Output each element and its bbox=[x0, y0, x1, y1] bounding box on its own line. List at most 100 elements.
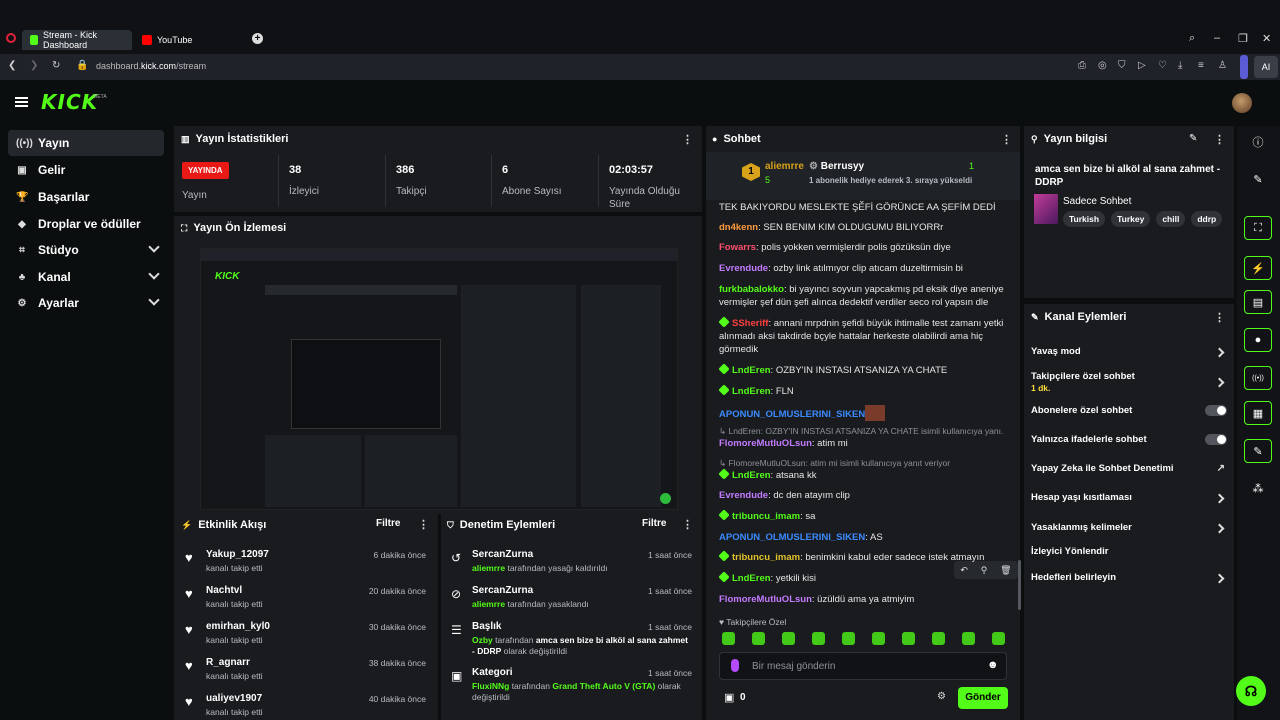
chat-username[interactable]: LndEren bbox=[732, 386, 771, 397]
chat-message[interactable]: Evrendude: ozby link atılmıyor clip atıc… bbox=[719, 262, 1004, 275]
activity-username[interactable]: ualiyev1907 bbox=[206, 693, 262, 704]
chat-message[interactable]: Fowarrs: polis yokken vermişlerdir polis… bbox=[719, 241, 1004, 254]
activity-filter-button[interactable]: Filtre bbox=[376, 518, 400, 529]
restore-icon[interactable]: ❐ bbox=[1238, 32, 1248, 45]
stream-info-menu-icon[interactable]: ⋮ bbox=[1214, 133, 1225, 146]
reload-icon[interactable]: ↻ bbox=[52, 60, 60, 71]
toggle-switch[interactable] bbox=[1205, 405, 1227, 416]
tag-chip[interactable]: chill bbox=[1156, 211, 1186, 227]
opera-icon[interactable] bbox=[6, 33, 16, 43]
emote-button[interactable] bbox=[902, 632, 915, 645]
chat-message[interactable]: tribuncu_imam: benimkini kabul eder sade… bbox=[718, 550, 1004, 564]
emote-button[interactable] bbox=[992, 632, 1005, 645]
edit-icon[interactable]: ✎ bbox=[1189, 133, 1197, 144]
emote-button[interactable] bbox=[752, 632, 765, 645]
chat-menu-icon[interactable]: ⋮ bbox=[1001, 133, 1012, 146]
tag-chip[interactable]: Turkish bbox=[1063, 211, 1106, 227]
chat-username[interactable]: FlomoreMutluOLsun bbox=[719, 594, 812, 605]
reply-context[interactable]: ↳ LndEren: OZBY'IN INSTASI ATSANIZA YA C… bbox=[719, 426, 1004, 437]
moderation-actor[interactable]: Ozby bbox=[472, 635, 493, 645]
profile-icon[interactable]: ♙ bbox=[1218, 60, 1227, 71]
crop-icon[interactable]: ⛶ bbox=[1244, 216, 1272, 240]
send-button[interactable]: Gönder bbox=[958, 687, 1008, 709]
sidebar-item-5[interactable]: ⌗ Stüdyo bbox=[8, 237, 164, 263]
channel-action-item[interactable]: Yasaklanmış kelimeler bbox=[1031, 522, 1229, 542]
activity-username[interactable]: emirhan_kyl0 bbox=[206, 621, 270, 632]
heart-icon[interactable]: ♡ bbox=[1158, 60, 1167, 71]
moderation-actor[interactable]: aliemrre bbox=[472, 563, 505, 573]
external-link-icon[interactable]: ↗ bbox=[1217, 463, 1225, 474]
chat-username[interactable]: tribuncu_imam bbox=[732, 511, 800, 522]
chevron-down-icon[interactable] bbox=[148, 294, 160, 306]
activity-username[interactable]: Nachtvl bbox=[206, 585, 242, 596]
chat-message[interactable]: Evrendude: dc den atayım clip bbox=[719, 489, 1004, 502]
new-tab-button[interactable]: + bbox=[252, 33, 263, 44]
gifter-name[interactable]: ⚙ Berrusyy bbox=[809, 161, 864, 172]
menu-icon[interactable]: ≡ bbox=[1198, 60, 1204, 71]
chat-username[interactable]: Evrendude bbox=[719, 263, 768, 274]
chat-message[interactable]: dn4kenn: SEN BENIM KIM OLDUGUMU BILIYORR… bbox=[719, 221, 1004, 234]
chat-username[interactable]: APONUN_OLMUSLERINI_SIKEN bbox=[719, 532, 865, 543]
chevron-right-icon[interactable] bbox=[1214, 573, 1225, 584]
hamburger-icon[interactable] bbox=[15, 97, 28, 107]
moderation-actor[interactable]: aliemrre bbox=[472, 599, 505, 609]
reply-context[interactable]: ↳ FlomoreMutluOLsun: atim mi isimli kull… bbox=[719, 458, 1004, 469]
sidebar-item-7[interactable]: ⚙ Ayarlar bbox=[8, 290, 164, 316]
document-icon[interactable]: ▤ bbox=[1244, 290, 1272, 314]
chat-username[interactable]: tribuncu_imam bbox=[732, 552, 800, 563]
moderation-actor[interactable]: FluxiNNg bbox=[472, 681, 509, 691]
tag-chip[interactable]: ddrp bbox=[1191, 211, 1223, 227]
moderation-target[interactable]: Başlık bbox=[472, 621, 501, 632]
chat-message[interactable]: APONUN_OLMUSLERINI_SIKEN: AS bbox=[719, 531, 1004, 544]
chat-username[interactable]: SSheriff bbox=[732, 318, 768, 329]
share-icon[interactable]: ⎙ bbox=[1078, 60, 1086, 71]
chevron-right-icon[interactable] bbox=[1214, 523, 1225, 534]
channel-action-item[interactable]: Yapay Zeka ile Sohbet Denetimi ↗ bbox=[1031, 463, 1229, 483]
sidebar-item-6[interactable]: ♣ Kanal bbox=[8, 264, 164, 290]
channel-actions-menu-icon[interactable]: ⋮ bbox=[1214, 311, 1225, 324]
users-icon[interactable]: ⁂ bbox=[1244, 476, 1272, 500]
emote-button[interactable] bbox=[722, 632, 735, 645]
minimize-icon[interactable]: – bbox=[1214, 32, 1220, 44]
channel-action-item[interactable]: Yalnızca ifadelerle sohbet bbox=[1031, 434, 1229, 454]
gift-user[interactable]: aliemrre bbox=[765, 161, 804, 172]
chat-username[interactable]: LndEren bbox=[732, 365, 771, 376]
chat-username[interactable]: furkbabalokko bbox=[719, 284, 784, 295]
channel-action-item[interactable]: Yavaş mod bbox=[1031, 346, 1229, 366]
chat-message[interactable]: furkbabalokko: bi yayıncı soyvun yapcakm… bbox=[719, 283, 1004, 309]
info-icon[interactable]: ⓘ bbox=[1244, 130, 1272, 154]
emote-button[interactable] bbox=[962, 632, 975, 645]
chat-message[interactable]: FlomoreMutluOLsun: üzüldü ama ya atmiyim bbox=[719, 593, 1004, 606]
channel-action-item[interactable]: Hedefleri belirleyin bbox=[1031, 572, 1229, 592]
chat-message[interactable]: SSheriff: annani mrpdnin şefidi büyük ih… bbox=[718, 316, 1004, 356]
shield-icon[interactable]: ⛉ bbox=[1118, 60, 1126, 71]
chevron-right-icon[interactable] bbox=[1214, 347, 1225, 358]
moderation-target[interactable]: SercanZurna bbox=[472, 585, 533, 596]
bolt-icon[interactable]: ⚡ bbox=[1244, 256, 1272, 280]
toggle-switch[interactable] bbox=[1205, 434, 1227, 445]
layout-icon[interactable]: ▦ bbox=[1244, 401, 1272, 425]
sidebar-item-1[interactable]: ((•)) Yayın bbox=[8, 130, 164, 156]
moderation-filter-button[interactable]: Filtre bbox=[642, 518, 666, 529]
microphone-icon[interactable] bbox=[731, 659, 739, 672]
chevron-right-icon[interactable] bbox=[1214, 493, 1225, 504]
broadcast-icon[interactable]: ((•)) bbox=[1244, 366, 1272, 390]
help-icon[interactable]: ☊ bbox=[1236, 676, 1266, 706]
channel-action-item[interactable]: Abonelere özel sohbet bbox=[1031, 405, 1229, 425]
search-icon[interactable]: ⌕ bbox=[1189, 32, 1195, 45]
chat-message[interactable]: LndEren: FLN bbox=[718, 384, 1004, 398]
stats-menu-icon[interactable]: ⋮ bbox=[682, 133, 693, 146]
channel-action-item[interactable]: Hesap yaşı kısıtlaması bbox=[1031, 492, 1229, 512]
chevron-down-icon[interactable] bbox=[148, 268, 160, 280]
sidebar-item-2[interactable]: ▣ Gelir bbox=[8, 157, 164, 183]
emote-button[interactable] bbox=[812, 632, 825, 645]
emote-button[interactable] bbox=[872, 632, 885, 645]
chat-username[interactable]: LndEren bbox=[732, 573, 771, 584]
tab-kick[interactable]: Stream - Kick Dashboard bbox=[22, 30, 132, 50]
back-icon[interactable]: ❮ bbox=[8, 60, 16, 71]
points-icon[interactable]: ▣ bbox=[724, 691, 734, 704]
chat-username[interactable]: APONUN_OLMUSLERINI_SIKEN bbox=[719, 409, 865, 420]
emoji-icon[interactable]: ☻ bbox=[987, 659, 999, 671]
play-icon[interactable]: ▷ bbox=[1138, 60, 1146, 71]
chat-username[interactable]: Fowarrs bbox=[719, 242, 756, 253]
